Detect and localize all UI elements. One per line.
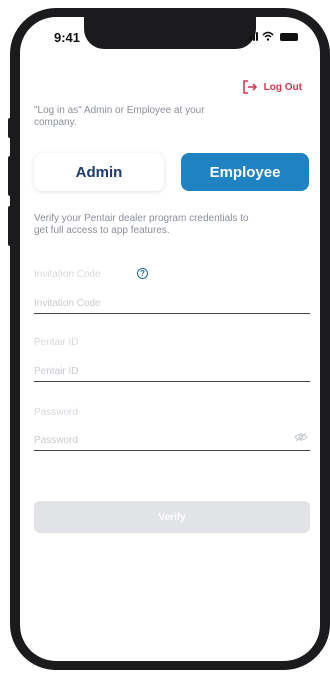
status-time: 9:41 — [54, 30, 81, 45]
admin-role-button[interactable]: Admin — [34, 153, 164, 191]
intro-text: "Log in as" Admin or Employee at your co… — [34, 105, 205, 128]
employee-role-button[interactable]: Employee — [181, 153, 309, 191]
app-screen: 9:41 Log Out "Log in as" Admin or Employ… — [20, 17, 320, 661]
status-icons — [247, 31, 298, 41]
password-input[interactable] — [34, 431, 310, 451]
logout-arrow-icon — [242, 80, 257, 94]
question-circle-icon[interactable]: ? — [137, 268, 148, 279]
invitation-code-input[interactable] — [34, 294, 310, 314]
eye-off-icon[interactable] — [294, 432, 308, 442]
verify-button[interactable]: Verify — [34, 501, 310, 533]
logout-label: Log Out — [263, 81, 302, 93]
pentair-id-input[interactable] — [34, 362, 310, 382]
logout-button[interactable]: Log Out — [242, 79, 302, 95]
verify-description: Verify your Pentair dealer program crede… — [34, 213, 249, 236]
pentair-id-label: Pentair ID — [34, 337, 79, 348]
wifi-icon — [262, 31, 274, 41]
volume-down-button — [8, 206, 12, 246]
notch — [84, 17, 256, 49]
signal-icon — [247, 31, 258, 41]
mute-switch — [8, 118, 12, 138]
invitation-code-label: Invitation Code — [34, 269, 101, 280]
battery-icon — [280, 33, 298, 41]
volume-up-button — [8, 156, 12, 196]
password-label: Password — [34, 407, 78, 418]
